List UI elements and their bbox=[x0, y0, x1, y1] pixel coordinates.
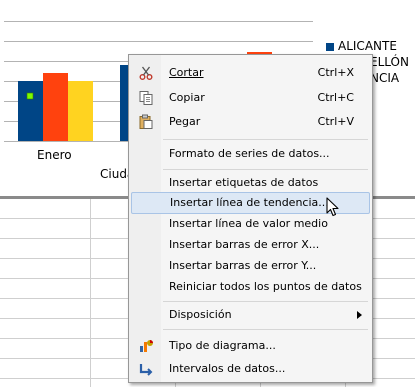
menu-item-copy[interactable]: Copiar Ctrl+C bbox=[129, 87, 372, 109]
menu-item-label: Cortar bbox=[169, 66, 204, 79]
menu-item-label: Pegar bbox=[169, 115, 201, 128]
legend-item-valencia: NCIA bbox=[370, 71, 399, 85]
menu-item-label: Insertar línea de tendencia... bbox=[170, 196, 329, 209]
submenu-arrow-icon bbox=[357, 311, 362, 319]
menu-item-chart-type[interactable]: Tipo de diagrama... bbox=[129, 335, 372, 357]
menu-item-label: Reiniciar todos los puntos de datos bbox=[169, 280, 362, 293]
menu-item-format-data-series[interactable]: Formato de series de datos... bbox=[129, 143, 372, 165]
legend-item-alicante: ALICANTE bbox=[326, 39, 397, 53]
menu-item-paste[interactable]: Pegar Ctrl+V bbox=[129, 111, 372, 133]
menu-item-shortcut: Ctrl+C bbox=[317, 91, 354, 104]
legend-label: ELLÓN bbox=[370, 55, 409, 69]
menu-item-label: Insertar barras de error Y... bbox=[169, 259, 317, 272]
bar-alicante-0[interactable] bbox=[18, 81, 43, 141]
category-label-enero: Enero bbox=[37, 148, 72, 162]
menu-separator bbox=[163, 139, 368, 140]
selection-handle[interactable] bbox=[26, 92, 34, 100]
menu-item-reset-data-points[interactable]: Reiniciar todos los puntos de datos bbox=[129, 276, 372, 298]
menu-item-insert-x-error-bars[interactable]: Insertar barras de error X... bbox=[129, 234, 372, 256]
data-range-icon bbox=[138, 361, 154, 377]
menu-item-data-ranges[interactable]: Intervalos de datos... bbox=[129, 358, 372, 380]
menu-separator bbox=[163, 169, 368, 170]
menu-item-insert-data-labels[interactable]: Insertar etiquetas de datos bbox=[129, 172, 372, 194]
menu-separator bbox=[163, 329, 368, 330]
bar-elln-0[interactable] bbox=[43, 73, 68, 141]
copy-icon bbox=[138, 90, 154, 106]
menu-item-shortcut: Ctrl+X bbox=[317, 66, 354, 79]
menu-separator bbox=[163, 301, 368, 302]
legend-label: NCIA bbox=[370, 71, 400, 85]
legend-swatch bbox=[326, 42, 334, 51]
menu-item-label: Insertar línea de valor medio bbox=[169, 217, 328, 230]
menu-item-label: Tipo de diagrama... bbox=[169, 339, 276, 352]
menu-item-label: Insertar barras de error X... bbox=[169, 238, 320, 251]
menu-item-arrangement[interactable]: Disposición bbox=[129, 304, 372, 326]
menu-item-label: Disposición bbox=[169, 308, 232, 321]
paste-icon bbox=[138, 114, 154, 130]
scissors-icon bbox=[138, 65, 154, 81]
context-menu[interactable]: Cortar Ctrl+X Copiar Ctrl+C Pegar Ctrl+V… bbox=[128, 54, 373, 383]
mouse-pointer-icon bbox=[326, 197, 339, 217]
bar-ncia-0[interactable] bbox=[68, 81, 93, 141]
menu-item-cut[interactable]: Cortar Ctrl+X bbox=[129, 62, 372, 84]
chart-type-icon bbox=[138, 338, 154, 354]
menu-item-label: Insertar etiquetas de datos bbox=[169, 176, 319, 189]
menu-item-label: Copiar bbox=[169, 91, 205, 104]
menu-item-label: Intervalos de datos... bbox=[169, 362, 286, 375]
menu-item-label: Formato de series de datos... bbox=[169, 147, 330, 160]
legend-label: ALICANTE bbox=[338, 39, 397, 53]
menu-item-shortcut: Ctrl+V bbox=[317, 115, 354, 128]
legend-item-castellon: ELLÓN bbox=[370, 55, 409, 69]
menu-item-insert-y-error-bars[interactable]: Insertar barras de error Y... bbox=[129, 255, 372, 277]
